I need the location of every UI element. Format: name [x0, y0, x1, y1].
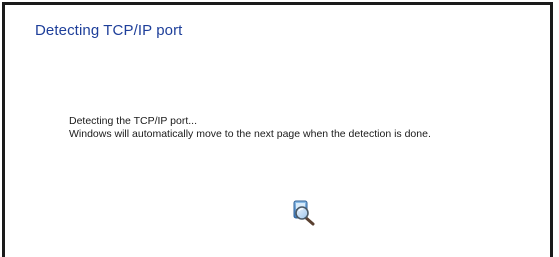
status-text-auto-advance: Windows will automatically move to the n…	[69, 128, 431, 140]
status-text-detecting: Detecting the TCP/IP port...	[69, 115, 198, 127]
wizard-page: Detecting TCP/IP port Detecting the TCP/…	[2, 2, 553, 257]
page-title: Detecting TCP/IP port	[35, 22, 183, 39]
search-magnifier-icon	[291, 200, 317, 226]
